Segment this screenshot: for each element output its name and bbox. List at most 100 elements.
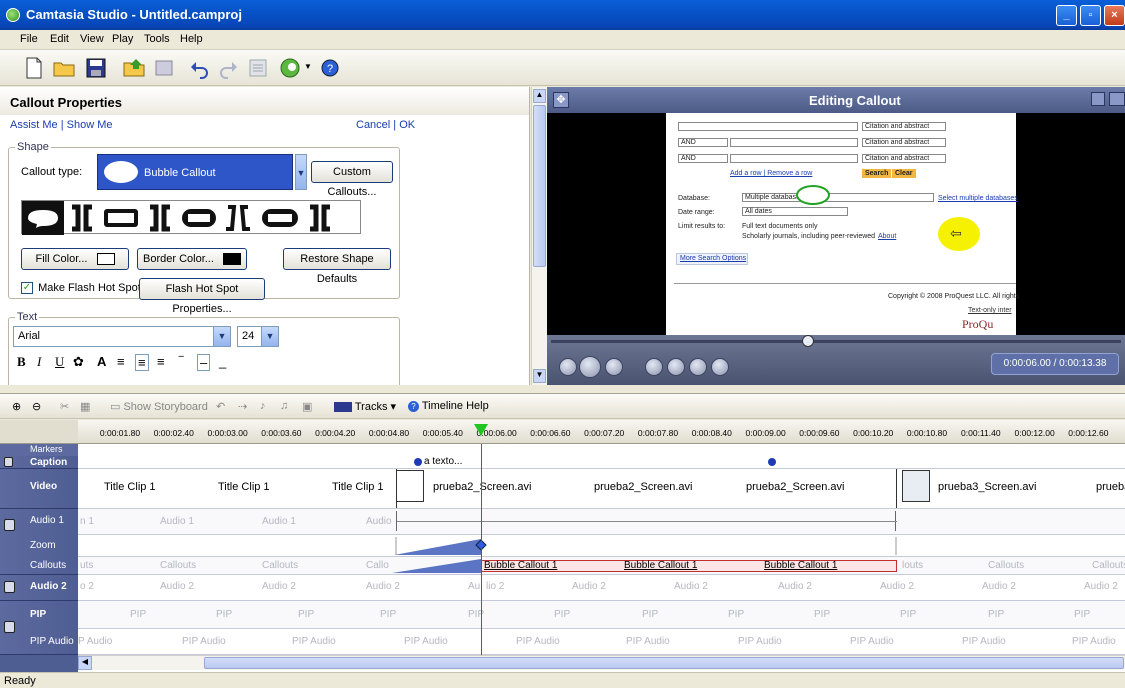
underline-icon[interactable]: U [55,354,64,370]
audio1-clip[interactable] [396,511,897,531]
make-flash-hotspot-checkbox-row[interactable]: ✓ Make Flash Hot Spot [21,282,141,295]
callout-type-dropdown[interactable]: Bubble Callout [97,154,293,190]
zoom-in-icon[interactable]: ⊕ [12,400,21,413]
flash-hotspot-properties-button[interactable]: Flash Hot Spot Properties... [139,278,265,315]
preview-options-icon[interactable] [1109,92,1125,106]
align-left-icon[interactable]: ≡ [117,354,125,369]
restore-shape-defaults-button[interactable]: Restore Shape Defaults [283,248,391,285]
minimize-button[interactable]: _ [1056,5,1077,26]
help-icon[interactable]: ? [318,56,342,80]
playback-progress-track[interactable] [551,340,1121,343]
markers-lane[interactable] [78,444,1125,456]
valign-bottom-icon[interactable]: _ [219,354,226,369]
preview-canvas[interactable]: Citation and abstract AND Citation and a… [547,113,1125,335]
step-forward-icon[interactable] [689,358,707,376]
video-lane[interactable]: Title Clip 1 Title Clip 1 Title Clip 1 p… [78,469,1125,509]
pip-lock-icon[interactable] [4,621,15,633]
import-media-icon[interactable] [122,56,146,80]
scroll-down-icon[interactable]: ▼ [533,369,546,383]
border-color-button[interactable]: Border Color... [137,248,247,270]
close-button[interactable]: × [1104,5,1125,26]
video-clip-prueba-trunc[interactable]: prueba [1096,481,1125,493]
record-dropdown-arrow-icon[interactable]: ▼ [304,62,312,71]
video-group-lock-icon[interactable] [4,519,15,531]
hotspot-checkbox[interactable]: ✓ [21,282,33,295]
assist-me-link[interactable]: Assist Me | Show Me [10,119,113,131]
video-clip-prueba2-c[interactable]: prueba2_Screen.avi [746,481,844,493]
caption-lock-icon[interactable] [4,457,13,467]
custom-callouts-button[interactable]: Custom Callouts... [311,161,393,198]
callout-type-arrow-icon[interactable]: ▼ [295,154,307,190]
zoom-ramp-icon[interactable] [78,535,1125,557]
align-right-icon[interactable]: ≡ [157,354,165,369]
record-screen-icon[interactable] [278,56,302,80]
timeline-scroll-thumb[interactable] [204,657,1124,669]
title-clip-1b[interactable]: Title Clip 1 [218,481,270,493]
callouts-lane[interactable]: uts Callouts Callouts Callo Bubble Callo… [78,557,1125,575]
new-project-icon[interactable] [22,56,46,80]
menu-tools[interactable]: Tools [144,33,170,45]
properties-scrollbar[interactable]: ▲ ▼ [531,87,547,385]
maximize-button[interactable]: ▫ [1080,5,1101,26]
pip-audio-lane[interactable]: P Audio PIP Audio PIP Audio PIP Audio PI… [78,629,1125,655]
caption-point-2-icon[interactable] [768,458,776,466]
video-clip-prueba2-b[interactable]: prueba2_Screen.avi [594,481,692,493]
menu-help[interactable]: Help [180,33,203,45]
jump-start-icon[interactable] [645,358,663,376]
bold-icon[interactable]: B [17,354,26,370]
marker-icon[interactable]: ▣ [302,400,312,413]
play-icon[interactable] [579,356,601,378]
shape-picker[interactable] [21,200,361,235]
italic-icon[interactable]: I [37,354,41,370]
audio2-lane[interactable]: o 2 Audio 2 Audio 2 Audio 2 Au lio 2 Aud… [78,575,1125,601]
zoom-out-icon[interactable]: ⊖ [32,400,41,413]
playback-progress-knob[interactable] [801,335,814,347]
produce-icon[interactable] [152,56,176,80]
font-size-dropdown[interactable]: 24 ▼ [237,326,279,347]
timeline-help-link[interactable]: ? Timeline Help [408,400,489,412]
jump-end-icon[interactable] [711,358,729,376]
video-clip-prueba3[interactable]: prueba3_Screen.avi [938,481,1036,493]
title-clip-1a[interactable]: Title Clip 1 [104,481,156,493]
font-family-dropdown[interactable]: Arial ▼ [13,326,231,347]
valign-top-icon[interactable]: ‾ [179,354,183,369]
font-color-icon[interactable]: A [97,354,106,369]
video-clip-prueba2-a[interactable]: prueba2_Screen.avi [433,481,531,493]
fit-view-icon[interactable] [1091,92,1105,106]
scroll-up-icon[interactable]: ▲ [533,89,546,103]
audio-enhance-icon[interactable]: ♪ [260,400,266,412]
detach-preview-icon[interactable]: ✥ [553,92,569,108]
fade-icon[interactable]: ♫ [280,400,288,412]
list-view-icon[interactable] [246,56,270,80]
save-icon[interactable] [84,56,108,80]
zoom-lane[interactable] [78,535,1125,557]
text-effects-icon[interactable]: ✿ [73,354,84,370]
menu-play[interactable]: Play [112,33,133,45]
clip-speed-icon[interactable]: ⇢ [238,400,247,413]
title-clip-1c[interactable]: Title Clip 1 [332,481,384,493]
caption-point-icon[interactable] [414,458,422,466]
bubble-callout-on-canvas[interactable] [796,185,830,205]
cut-icon[interactable]: ✂ [60,400,69,413]
cancel-ok-link[interactable]: Cancel | OK [356,119,415,131]
caption-lane[interactable]: a texto... [78,456,1125,469]
show-storyboard-button[interactable]: ▭ Show Storyboard [110,400,208,413]
audio2-lock-icon[interactable] [4,581,15,593]
menu-edit[interactable]: Edit [50,33,69,45]
undo-icon[interactable] [188,56,212,80]
redo-icon[interactable] [216,56,240,80]
menu-file[interactable]: File [20,33,38,45]
bubble-callout-clip[interactable]: Bubble Callout 1 Bubble Callout 1 Bubble… [481,560,897,572]
open-folder-icon[interactable] [52,56,76,80]
time-ruler[interactable]: 0:00:01.80 0:00:02.40 0:00:03.00 0:00:03.60… [78,420,1125,444]
audio1-lane[interactable]: n 1 Audio 1 Audio 1 Audio [78,509,1125,535]
fill-color-button[interactable]: Fill Color... [21,248,129,270]
stop-icon[interactable] [605,358,623,376]
align-center-icon[interactable]: ≡ [135,354,149,371]
scroll-thumb[interactable] [533,105,546,267]
menu-view[interactable]: View [80,33,104,45]
pip-lane[interactable]: PIP PIP PIP PIP PIP PIP PIP PIP PIP PIP … [78,601,1125,629]
caption-clip-text[interactable]: a texto... [424,456,462,467]
playhead-line[interactable] [481,444,482,656]
timeline-horizontal-scrollbar[interactable]: ◀ [78,655,1125,670]
